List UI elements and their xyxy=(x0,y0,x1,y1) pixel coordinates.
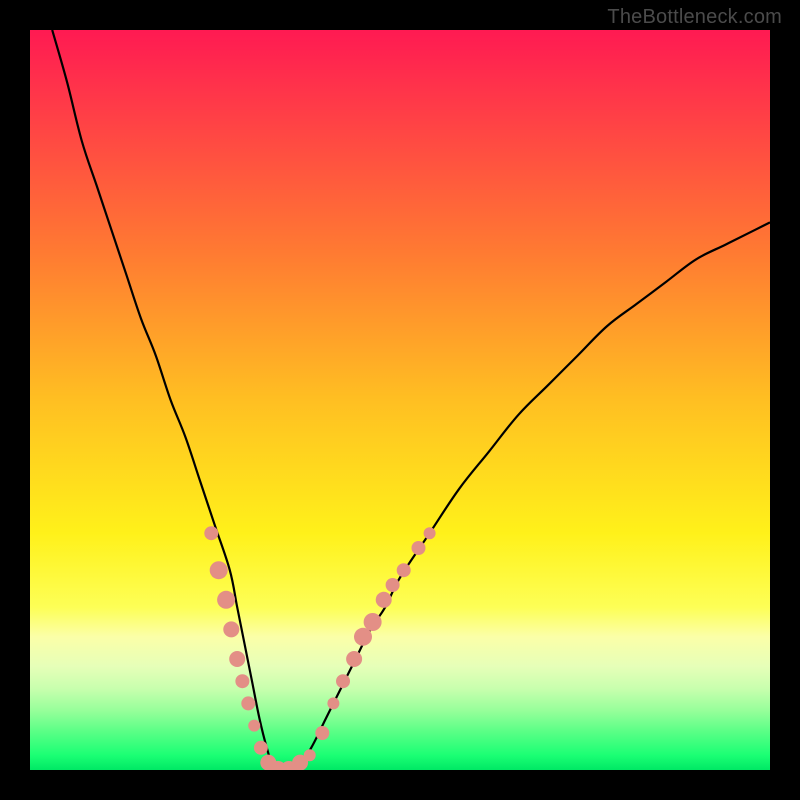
scatter-dot xyxy=(235,674,249,688)
scatter-dot xyxy=(204,526,218,540)
scatter-dot xyxy=(397,563,411,577)
chart-frame: TheBottleneck.com xyxy=(0,0,800,800)
scatter-dot xyxy=(248,720,260,732)
scatter-dot xyxy=(376,592,392,608)
scatter-dot xyxy=(241,696,255,710)
scatter-dot xyxy=(223,621,239,637)
scatter-dots xyxy=(204,526,435,770)
scatter-dot xyxy=(424,527,436,539)
scatter-dot xyxy=(336,674,350,688)
scatter-dot xyxy=(364,613,382,631)
scatter-dot xyxy=(217,591,235,609)
bottleneck-curve xyxy=(52,30,770,770)
scatter-dot xyxy=(386,578,400,592)
scatter-dot xyxy=(304,749,316,761)
watermark-text: TheBottleneck.com xyxy=(607,6,782,29)
scatter-dot xyxy=(412,541,426,555)
scatter-dot xyxy=(229,651,245,667)
scatter-dot xyxy=(346,651,362,667)
scatter-dot xyxy=(210,561,228,579)
scatter-dot xyxy=(327,697,339,709)
scatter-dot xyxy=(354,628,372,646)
scatter-dot xyxy=(315,726,329,740)
plot-area xyxy=(30,30,770,770)
curve-layer xyxy=(30,30,770,770)
scatter-dot xyxy=(254,741,268,755)
